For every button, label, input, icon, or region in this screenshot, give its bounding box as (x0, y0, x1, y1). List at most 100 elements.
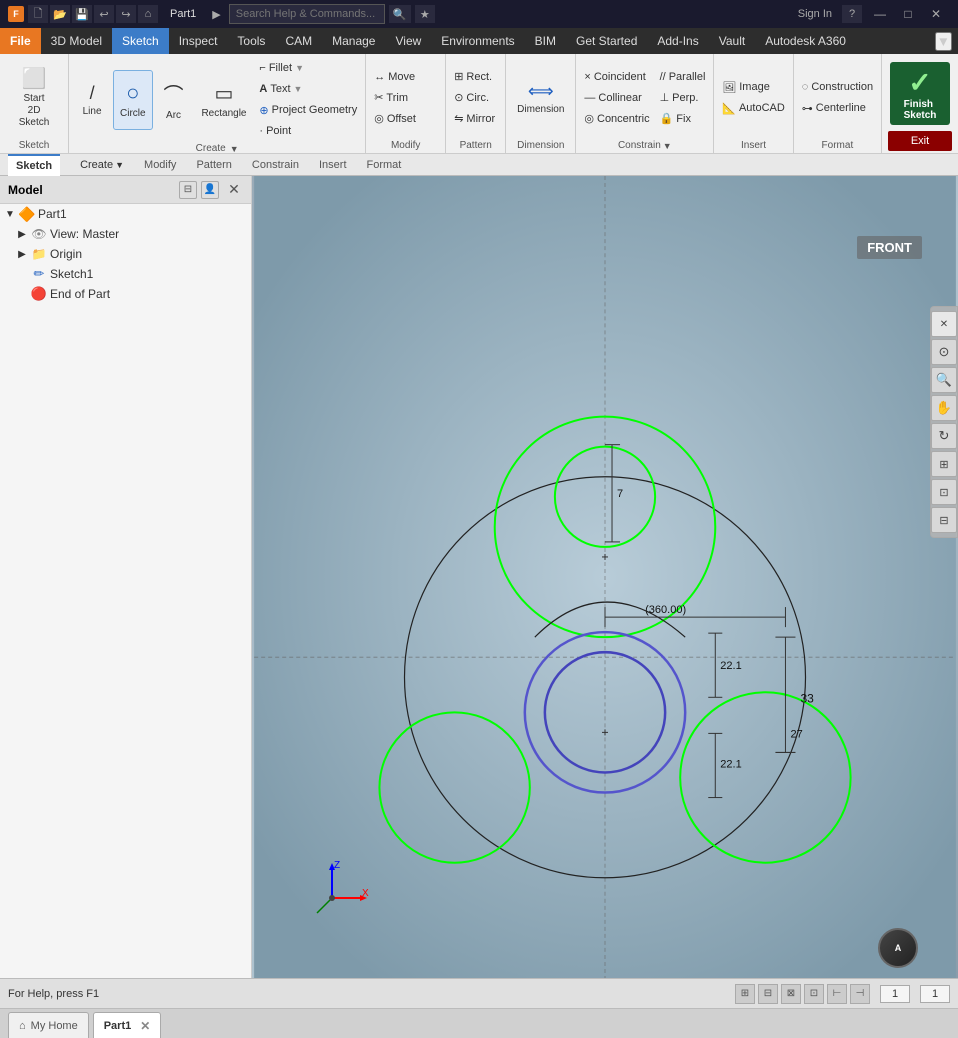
parallel-icon: // (660, 71, 666, 83)
part-name: Part1 (170, 8, 196, 20)
menu-sketch[interactable]: Sketch (112, 28, 169, 54)
tab-part1-close[interactable]: ✕ (140, 1019, 150, 1033)
appearance-btn[interactable]: ⊡ (931, 479, 957, 505)
tree-item-origin[interactable]: ▶ 📁 Origin (0, 244, 251, 264)
tree-item-sketch1[interactable]: ✏ Sketch1 (0, 264, 251, 284)
arc-btn[interactable]: ⌒ Arc (155, 70, 193, 130)
perp-btn[interactable]: ⊥ Perp. (656, 88, 710, 108)
centerline-btn[interactable]: ⊶ Centerline (798, 98, 877, 118)
app-icon: F (8, 6, 24, 22)
finish-sketch-btn[interactable]: ✓ FinishSketch (890, 62, 950, 125)
exit-label: Exit (911, 135, 929, 147)
tab-my-home[interactable]: ⌂ My Home (8, 1012, 89, 1038)
project-geometry-btn[interactable]: ⊕ Project Geometry (255, 100, 361, 120)
menu-3d-model[interactable]: 3D Model (41, 28, 112, 54)
redo-btn[interactable]: ↪ (116, 5, 136, 23)
parallel-btn[interactable]: // Parallel (656, 67, 710, 87)
insert-image-btn[interactable]: 🖼 Image (718, 77, 789, 97)
fillet-icon: ⌐ (259, 62, 265, 74)
coincident-btn[interactable]: × Coincident (580, 67, 653, 87)
main-layout: Model ⊟ 👤 ✕ ▼ 🔶 Part1 ▶ 👁 View: Master (0, 176, 958, 978)
menu-inspect[interactable]: Inspect (169, 28, 228, 54)
menu-add-ins[interactable]: Add-Ins (647, 28, 708, 54)
search-btn[interactable]: 🔍 (389, 5, 411, 23)
menu-vault[interactable]: Vault (709, 28, 755, 54)
fillet-btn[interactable]: ⌐ Fillet ▼ (255, 58, 361, 78)
start-2d-sketch-btn[interactable]: ⬜ Start2D Sketch (4, 68, 64, 128)
menu-file[interactable]: File (0, 28, 41, 54)
rectangular-pattern-btn[interactable]: ⊞ Rect. (450, 67, 499, 87)
construction-btn[interactable]: ◌ Construction (798, 77, 877, 97)
close-btn[interactable]: ✕ (922, 0, 950, 28)
pan-btn[interactable]: ✋ (931, 395, 957, 421)
menu-manage[interactable]: Manage (322, 28, 385, 54)
move-btn[interactable]: ↔ Move (370, 67, 420, 87)
tab-part1[interactable]: Part1 ✕ (93, 1012, 162, 1038)
status-icon-3[interactable]: ⊠ (781, 984, 801, 1004)
menu-environments[interactable]: Environments (431, 28, 524, 54)
sub-group-pattern: Pattern (196, 159, 231, 171)
menu-get-started[interactable]: Get Started (566, 28, 647, 54)
bookmark-btn[interactable]: ★ (415, 5, 435, 23)
menu-cam[interactable]: CAM (275, 28, 322, 54)
ribbon-tools-constrain: × Coincident — Collinear ◎ Concentric //… (580, 58, 709, 137)
dimension-btn[interactable]: ⟺ Dimension (510, 68, 571, 128)
ribbon-toggle-btn[interactable]: ▼ (935, 32, 952, 51)
insert-autocad-btn[interactable]: 📐 AutoCAD (718, 98, 789, 118)
menu-view[interactable]: View (385, 28, 431, 54)
view-btn[interactable]: ⊞ (931, 451, 957, 477)
offset-btn[interactable]: ◎ Offset (370, 109, 420, 129)
status-icon-5[interactable]: ⊢ (827, 984, 847, 1004)
panel-close-btn[interactable]: ✕ (225, 181, 243, 199)
constrain-arrow[interactable]: ▼ (663, 141, 672, 151)
menu-bim[interactable]: BIM (525, 28, 566, 54)
sub-tab-sketch[interactable]: Sketch (8, 154, 60, 176)
help-btn[interactable]: ? (842, 5, 862, 23)
circle-btn[interactable]: ○ Circle (113, 70, 152, 130)
canvas-area[interactable]: 33 (360.00) 7 22.1 22.1 27 (252, 176, 958, 978)
status-icon-2[interactable]: ⊟ (758, 984, 778, 1004)
tree-item-part1[interactable]: ▼ 🔶 Part1 (0, 204, 251, 224)
close-side-btn[interactable]: ✕ (931, 311, 957, 337)
menu-a360[interactable]: Autodesk A360 (755, 28, 856, 54)
home-btn[interactable]: ⌂ (138, 5, 158, 23)
zoom-fit-btn[interactable]: ⊙ (931, 339, 957, 365)
minimize-btn[interactable]: — (866, 0, 894, 28)
new-btn[interactable]: 🗋 (28, 5, 48, 23)
exit-btn[interactable]: Exit (888, 131, 952, 151)
mirror-btn[interactable]: ⇋ Mirror (450, 109, 499, 129)
panel-filter-btn[interactable]: ⊟ (179, 181, 197, 199)
settings-btn[interactable]: ⊟ (931, 507, 957, 533)
text-btn[interactable]: A Text ▼ (255, 79, 361, 99)
ribbon-group-modify-label: Modify (370, 137, 441, 153)
zoom-in-btn[interactable]: 🔍 (931, 367, 957, 393)
point-btn[interactable]: · Point (255, 121, 361, 141)
save-btn[interactable]: 💾 (72, 5, 92, 23)
sign-in-label[interactable]: Sign In (798, 8, 832, 20)
maximize-btn[interactable]: □ (894, 0, 922, 28)
orbit-btn[interactable]: ↻ (931, 423, 957, 449)
status-icon-4[interactable]: ⊡ (804, 984, 824, 1004)
collinear-btn[interactable]: — Collinear (580, 88, 653, 108)
centerline-label: Centerline (816, 102, 866, 114)
concentric-btn[interactable]: ◎ Concentric (580, 109, 653, 129)
ribbon-col-create-right: ⌐ Fillet ▼ A Text ▼ ⊕ Project Geometry ·… (255, 58, 361, 141)
line-btn[interactable]: / Line (73, 70, 111, 130)
status-icon-6[interactable]: ⊣ (850, 984, 870, 1004)
undo-btn[interactable]: ↩ (94, 5, 114, 23)
sub-create-arrow: ▼ (115, 160, 124, 170)
tree-item-view-master[interactable]: ▶ 👁 View: Master (0, 224, 251, 244)
search-input[interactable] (229, 4, 385, 24)
menu-tools[interactable]: Tools (227, 28, 275, 54)
centerline-icon: ⊶ (802, 102, 813, 115)
fix-btn[interactable]: 🔒 Fix (656, 109, 710, 129)
trim-btn[interactable]: ✂ Trim (370, 88, 420, 108)
circular-pattern-btn[interactable]: ⊙ Circ. (450, 88, 499, 108)
sub-group-create[interactable]: Create ▼ (80, 159, 124, 171)
panel-user-btn[interactable]: 👤 (201, 181, 219, 199)
rectangle-btn[interactable]: ▭ Rectangle (195, 70, 254, 130)
create-expand-arrow[interactable]: ▼ (230, 144, 239, 154)
tree-item-end-of-part[interactable]: 🔴 End of Part (0, 284, 251, 304)
status-icon-1[interactable]: ⊞ (735, 984, 755, 1004)
open-btn[interactable]: 📂 (50, 5, 70, 23)
